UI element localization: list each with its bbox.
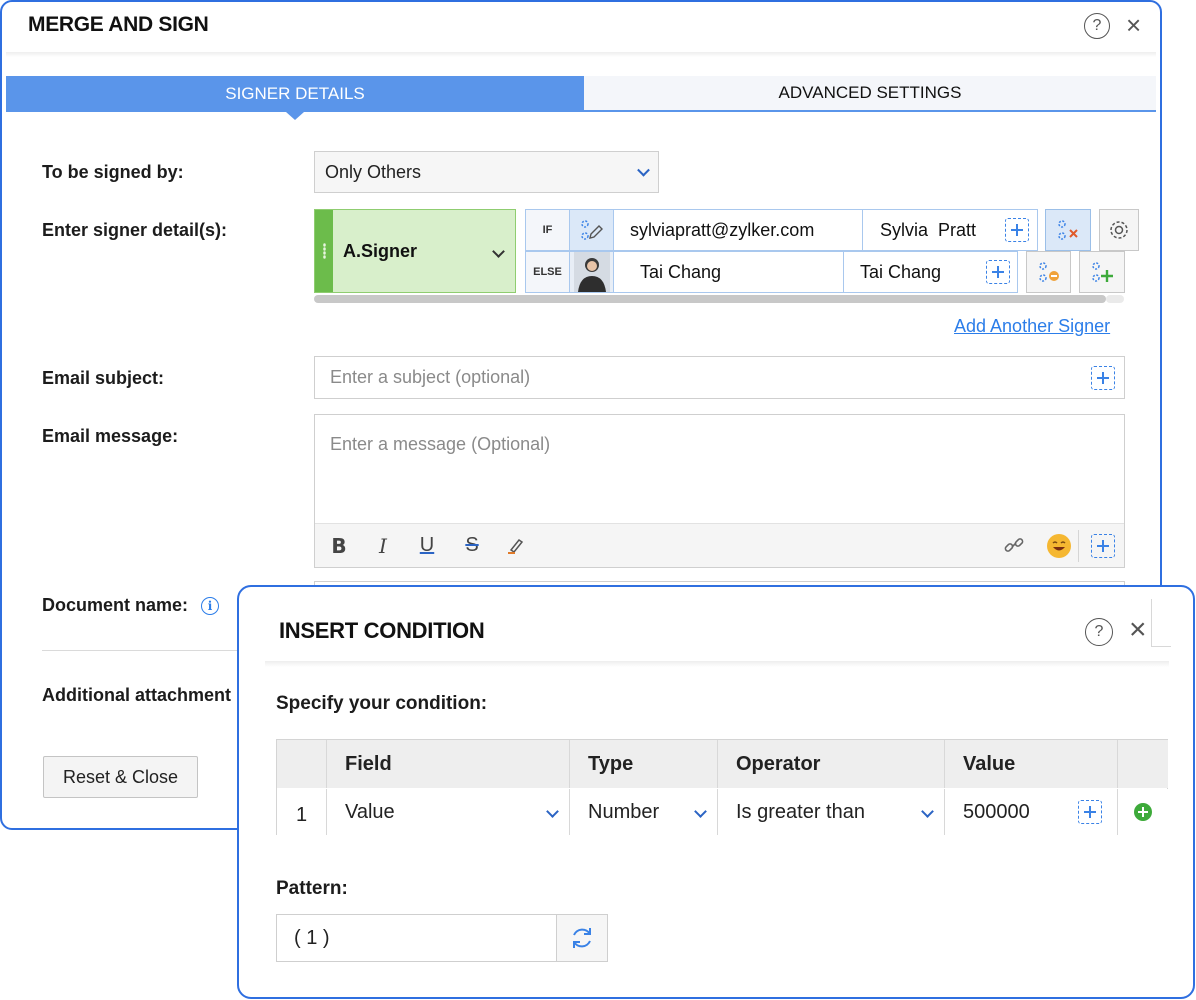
remove-else-icon[interactable]: [1026, 251, 1071, 293]
operator-value: Is greater than: [736, 800, 865, 823]
value-input[interactable]: 500000: [945, 789, 1118, 835]
link-icon[interactable]: [1003, 534, 1025, 562]
operator-header: Operator: [718, 740, 945, 788]
type-select[interactable]: Number: [570, 789, 718, 835]
insert-field-icon[interactable]: [1005, 218, 1029, 242]
tab-advanced-settings[interactable]: ADVANCED SETTINGS: [584, 76, 1156, 112]
title-divider: [6, 52, 1156, 57]
pattern-input[interactable]: ( 1 ): [276, 914, 557, 962]
if-name: Sylvia Pratt: [880, 219, 977, 240]
email-message-label: Email message:: [42, 426, 179, 446]
horizontal-scrollbar[interactable]: [314, 295, 1106, 303]
field-value: Value: [345, 800, 395, 823]
else-name-field[interactable]: Tai Chang: [843, 251, 1018, 293]
operator-select[interactable]: Is greater than: [718, 789, 945, 835]
gear-icon[interactable]: [1099, 209, 1139, 251]
pattern-label: Pattern:: [276, 878, 348, 899]
type-header: Type: [570, 740, 718, 788]
email-message-textarea[interactable]: Enter a message (Optional) B I U S: [314, 414, 1125, 568]
tab-signer-details[interactable]: SIGNER DETAILS: [6, 76, 584, 120]
email-message-placeholder: Enter a message (Optional): [330, 434, 551, 454]
help-icon[interactable]: ?: [1085, 618, 1113, 646]
refresh-icon[interactable]: [556, 914, 608, 962]
signed-by-value: Only Others: [325, 161, 422, 182]
condition-link-icon[interactable]: [569, 209, 614, 251]
field-header: Field: [327, 740, 570, 788]
condition-value: 500000: [963, 800, 1030, 823]
remove-condition-icon[interactable]: [1045, 209, 1091, 251]
signed-by-select[interactable]: Only Others: [314, 151, 659, 193]
email-subject-input[interactable]: Enter a subject (optional): [314, 356, 1125, 399]
formatting-toolbar: B I U S: [315, 523, 1124, 567]
to-be-signed-by-label: To be signed by:: [42, 162, 184, 182]
row-index: 1: [277, 789, 327, 835]
underline-icon[interactable]: U: [416, 534, 438, 557]
email-subject-placeholder: Enter a subject (optional): [330, 367, 531, 387]
dialog-title: MERGE AND SIGN: [28, 13, 209, 36]
field-select[interactable]: Value: [327, 789, 570, 835]
if-name-field[interactable]: Sylvia Pratt: [862, 209, 1038, 251]
tab-bar: SIGNER DETAILS ADVANCED SETTINGS: [6, 76, 1156, 120]
drag-handle[interactable]: [315, 210, 333, 292]
document-name-label: Document name:: [42, 595, 189, 615]
scrollbar-track: [1106, 295, 1124, 303]
bold-icon[interactable]: B: [328, 534, 350, 558]
strikethrough-icon[interactable]: S: [461, 534, 483, 557]
dialog-title: INSERT CONDITION: [279, 618, 485, 643]
section-divider: [42, 650, 242, 651]
insert-field-icon[interactable]: [1078, 800, 1102, 824]
action-header: [1118, 740, 1168, 788]
title-divider: [265, 661, 1169, 667]
specify-condition-label: Specify your condition:: [276, 693, 488, 714]
italic-icon[interactable]: I: [372, 534, 394, 558]
add-row-cell: [1118, 789, 1168, 835]
else-email[interactable]: Tai Chang: [613, 251, 844, 293]
insert-field-icon[interactable]: [1091, 366, 1115, 390]
additional-attachments-label: Additional attachment: [42, 685, 232, 705]
add-another-signer-link[interactable]: Add Another Signer: [954, 316, 1110, 337]
else-name: Tai Chang: [860, 261, 942, 282]
info-icon[interactable]: i: [201, 597, 219, 615]
signer-role: A.Signer: [343, 241, 418, 261]
if-email[interactable]: sylviapratt@zylker.com: [613, 209, 863, 251]
chevron-down-icon: [694, 805, 707, 818]
chevron-down-icon: [637, 163, 650, 177]
insert-field-icon[interactable]: [1091, 534, 1115, 558]
chevron-down-icon[interactable]: [492, 245, 505, 258]
emoji-icon[interactable]: [1046, 533, 1071, 565]
close-icon[interactable]: ×: [1126, 12, 1141, 38]
condition-table: Field Type Operator Value 1 Value Number…: [276, 739, 1168, 835]
if-tag: IF: [525, 209, 570, 251]
insert-condition-dialog: INSERT CONDITION ? × Specify your condit…: [237, 585, 1195, 999]
close-icon[interactable]: ×: [1129, 615, 1147, 645]
signer-details-label: Enter signer detail(s):: [42, 220, 228, 240]
add-row-icon[interactable]: [1134, 803, 1152, 821]
else-tag: ELSE: [525, 251, 570, 293]
chevron-down-icon: [921, 805, 934, 818]
signer-card[interactable]: A.Signer: [314, 209, 516, 293]
reset-close-button[interactable]: Reset & Close: [43, 756, 198, 798]
insert-field-icon[interactable]: [986, 260, 1010, 284]
help-icon[interactable]: ?: [1084, 13, 1110, 39]
index-header: [277, 740, 327, 788]
clear-format-icon[interactable]: [505, 534, 527, 562]
type-value: Number: [588, 800, 660, 823]
email-subject-label: Email subject:: [42, 368, 165, 388]
add-condition-icon[interactable]: [1079, 251, 1125, 293]
chevron-down-icon: [546, 805, 559, 818]
avatar: [569, 251, 614, 293]
value-header: Value: [945, 740, 1118, 788]
